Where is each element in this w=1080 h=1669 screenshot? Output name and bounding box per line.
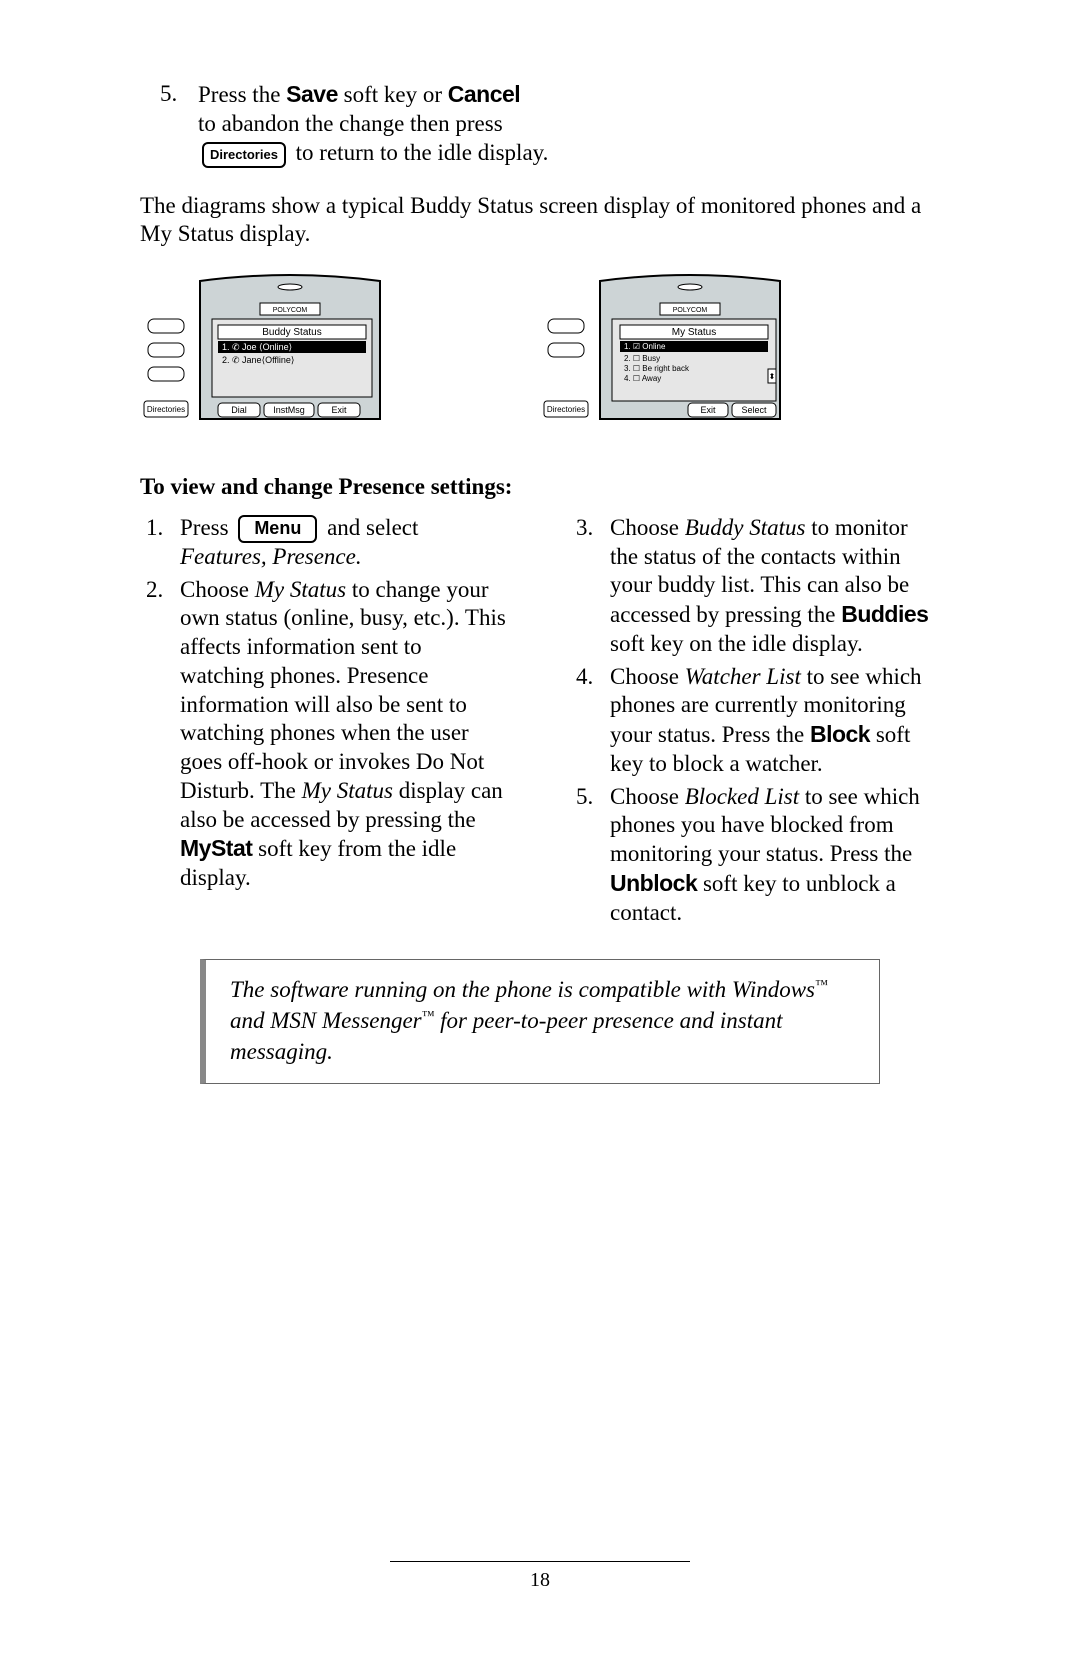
step-five-list: Press the Save soft key or Cancel to aba… [140, 80, 940, 168]
list-item: 3. ☐ Be right back [624, 364, 690, 373]
list-item: 4. ☐ Away [624, 374, 661, 383]
unblock-softkey-name: Unblock [610, 870, 697, 896]
list-item: 1. ☑ Online [624, 342, 666, 351]
softkey-dial: Dial [231, 405, 247, 415]
step-2: Choose My Status to change your own stat… [140, 576, 510, 893]
softkey-select: Select [741, 405, 767, 415]
menu-path: Features, Presence. [180, 544, 362, 569]
hardkey-directories: Directories [547, 405, 585, 414]
step-4: Choose Watcher List to see which phones … [570, 663, 940, 779]
text: to abandon the change then press [198, 111, 503, 136]
save-softkey-name: Save [286, 81, 338, 107]
text: to return to the idle display. [290, 140, 548, 165]
page-number: 18 [530, 1569, 550, 1591]
list-item: 2. ✆ Jane⟨Offline⟩ [222, 355, 294, 365]
softkey-instmsg: InstMsg [273, 405, 305, 415]
step-1: Press Menu and select Features, Presence… [140, 514, 510, 572]
intro-paragraph: The diagrams show a typical Buddy Status… [140, 192, 940, 250]
list-item: 1. ✆ Joe ⟨Online⟩ [222, 342, 292, 352]
text: soft key or [338, 82, 448, 107]
two-column-layout: Press Menu and select Features, Presence… [140, 514, 940, 932]
my-status-diagram: POLYCOM My Status 1. ☑ Online 2. ☐ Busy … [540, 269, 840, 429]
step-five: Press the Save soft key or Cancel to aba… [140, 80, 940, 168]
step-3: Choose Buddy Status to monitor the statu… [570, 514, 940, 659]
screen-title: Buddy Status [262, 327, 321, 338]
svg-text:⬍: ⬍ [769, 372, 776, 381]
left-column: Press Menu and select Features, Presence… [140, 514, 510, 932]
softkey-exit: Exit [700, 405, 716, 415]
block-softkey-name: Block [810, 721, 870, 747]
document-page: Press the Save soft key or Cancel to aba… [0, 0, 1080, 1669]
brand-label: POLYCOM [673, 307, 708, 314]
buddy-status-diagram: POLYCOM Buddy Status 1. ✆ Joe ⟨Online⟩ 2… [140, 269, 440, 429]
mystat-softkey-name: MyStat [180, 835, 252, 861]
screen-title: My Status [672, 327, 716, 338]
trademark-icon: ™ [815, 977, 828, 992]
section-heading: To view and change Presence settings: [140, 473, 940, 502]
hardkey-directories: Directories [147, 405, 185, 414]
diagram-row: POLYCOM Buddy Status 1. ✆ Joe ⟨Online⟩ 2… [140, 269, 940, 429]
list-item: 2. ☐ Busy [624, 354, 660, 363]
menu-key-icon: Menu [238, 515, 317, 543]
cancel-softkey-name: Cancel [448, 81, 520, 107]
brand-label: POLYCOM [273, 307, 308, 314]
softkey-exit: Exit [331, 405, 347, 415]
text: Press the [198, 82, 286, 107]
step-5: Choose Blocked List to see which phones … [570, 783, 940, 928]
right-column: Choose Buddy Status to monitor the statu… [570, 514, 940, 932]
directories-key-icon: Directories [202, 142, 286, 168]
trademark-icon: ™ [422, 1008, 435, 1023]
page-footer: 18 [390, 1561, 690, 1593]
buddies-softkey-name: Buddies [841, 601, 928, 627]
compatibility-note: The software running on the phone is com… [200, 959, 880, 1084]
